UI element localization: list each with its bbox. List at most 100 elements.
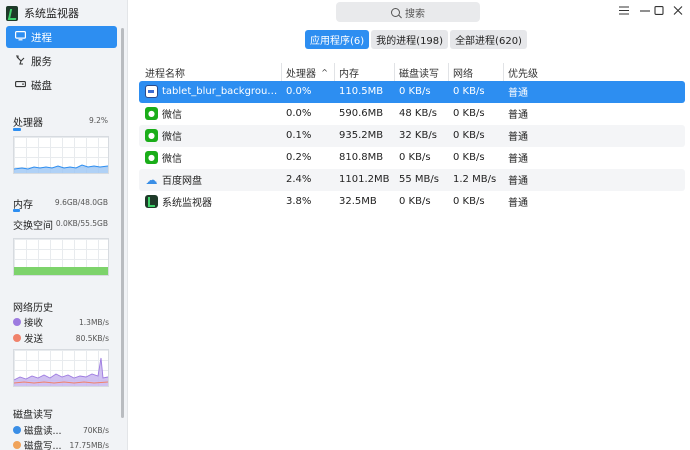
recv-legend-icon (13, 318, 21, 326)
main-panel: 搜索 应用程序(6) 我的进程(198) 全部进程(620) 进程名称 处理器 … (129, 0, 690, 450)
process-priority: 普通 (508, 110, 528, 122)
process-cpu: 0.0% (286, 108, 312, 120)
maximize-button[interactable] (652, 4, 666, 18)
table-header: 进程名称 处理器 ^ 内存 磁盘读写 网络 优先级 (139, 63, 685, 81)
system-monitor-logo-icon (6, 5, 18, 21)
process-memory: 935.2MB (339, 130, 384, 142)
cpu-value: 9.2% (88, 116, 108, 125)
tab-all-processes[interactable]: 全部进程(620) (450, 30, 527, 49)
process-disk: 0 KB/s (399, 86, 431, 98)
maximize-icon (654, 5, 664, 18)
process-memory: 590.6MB (339, 108, 384, 120)
network-recv-row: 接收 1.3MB/s (13, 316, 109, 329)
process-name: 微信 (162, 110, 182, 122)
disk-write-row: 磁盘写... 17.75MB/s (13, 439, 109, 450)
cpu-graph (13, 136, 109, 174)
close-button[interactable] (671, 4, 685, 18)
disk-title: 磁盘读写 (13, 410, 53, 421)
process-network: 0 KB/s (453, 86, 485, 98)
network-graph (13, 349, 109, 387)
process-cpu: 3.8% (286, 196, 312, 208)
disk-write-legend-icon (13, 441, 21, 449)
table-row[interactable]: ● 微信 0.0% 590.6MB 48 KB/s 0 KB/s 普通 (139, 103, 685, 125)
send-label: 发送 (24, 334, 44, 345)
wechat-icon: ● (145, 129, 158, 143)
column-header-network[interactable]: 网络 (449, 63, 504, 81)
process-name: 系统监视器 (162, 198, 212, 210)
hamburger-menu-icon (619, 5, 629, 18)
recv-label: 接收 (24, 318, 44, 329)
process-network: 0 KB/s (453, 196, 485, 208)
nav-item-service[interactable]: 服务 (6, 50, 117, 72)
menu-button[interactable] (617, 4, 631, 18)
disk-write-value: 17.75MB/s (69, 440, 109, 450)
tab-applications[interactable]: 应用程序(6) (305, 30, 370, 49)
sidebar-scrollbar[interactable] (121, 28, 124, 418)
process-disk: 32 KB/s (399, 130, 437, 142)
monitor-icon (14, 30, 26, 44)
disk-read-label: 磁盘读... (24, 426, 62, 437)
memory-value: 9.6GB/48.0GB (54, 198, 108, 207)
process-cpu: 0.0% (286, 86, 312, 98)
recv-value: 1.3MB/s (79, 317, 109, 327)
column-header-name[interactable]: 进程名称 (139, 63, 282, 81)
process-memory: 32.5MB (339, 196, 377, 208)
tablet-icon (145, 85, 158, 99)
search-input[interactable]: 搜索 (336, 2, 480, 22)
process-priority: 普通 (508, 154, 528, 166)
disk-write-label: 磁盘写... (24, 441, 62, 450)
process-memory: 1101.2MB (339, 174, 390, 186)
minimize-button[interactable] (638, 4, 652, 18)
column-header-memory[interactable]: 内存 (335, 63, 395, 81)
process-memory: 110.5MB (339, 86, 384, 98)
process-cpu: 2.4% (286, 174, 312, 186)
process-disk: 0 KB/s (399, 196, 431, 208)
table-row[interactable]: tablet_blur_background — ... 0.0% 110.5M… (139, 81, 685, 103)
process-priority: 普通 (508, 88, 528, 100)
search-placeholder: 搜索 (405, 8, 425, 20)
send-value: 80.5KB/s (75, 333, 109, 343)
process-memory: 810.8MB (339, 152, 384, 164)
table-row[interactable]: ● 微信 0.1% 935.2MB 32 KB/s 0 KB/s 普通 (139, 125, 685, 147)
cpu-usage-bar (13, 128, 21, 131)
process-cpu: 0.1% (286, 130, 312, 142)
process-disk: 0 KB/s (399, 152, 431, 164)
process-name: 百度网盘 (162, 176, 202, 188)
service-icon (14, 54, 26, 68)
swap-title: 交换空间 (13, 221, 53, 232)
nav-item-disk[interactable]: 磁盘 (6, 74, 117, 96)
process-priority: 普通 (508, 132, 528, 144)
process-network: 0 KB/s (453, 152, 485, 164)
disk-read-legend-icon (13, 426, 21, 434)
disk-read-value: 70KB/s (82, 425, 109, 435)
search-icon (391, 7, 400, 17)
column-header-disk[interactable]: 磁盘读写 (395, 63, 449, 81)
process-priority: 普通 (508, 176, 528, 188)
column-header-priority[interactable]: 优先级 (504, 63, 564, 81)
nav-item-label: 磁盘 (31, 79, 52, 92)
column-header-cpu[interactable]: 处理器 ^ (282, 63, 335, 81)
swap-usage-fill (14, 267, 108, 275)
table-row[interactable]: ● 微信 0.2% 810.8MB 0 KB/s 0 KB/s 普通 (139, 147, 685, 169)
minimize-icon (640, 5, 650, 18)
sidebar-nav: 进程 服务 磁盘 (6, 26, 117, 98)
send-legend-icon (13, 334, 21, 342)
tab-my-processes[interactable]: 我的进程(198) (371, 30, 449, 49)
baidu-netdisk-icon: ☁ (145, 172, 158, 187)
network-send-row: 发送 80.5KB/s (13, 332, 109, 345)
process-network: 0 KB/s (453, 130, 485, 142)
nav-item-process[interactable]: 进程 (6, 26, 117, 48)
table-row[interactable]: ☁ 百度网盘 2.4% 1101.2MB 55 MB/s 1.2 MB/s 普通 (139, 169, 685, 191)
sort-ascending-icon: ^ (321, 67, 328, 77)
memory-usage-bar (13, 209, 20, 212)
process-name: 微信 (162, 154, 182, 166)
process-network: 0 KB/s (453, 108, 485, 120)
app-header: 系统监视器 (6, 4, 79, 22)
process-network: 1.2 MB/s (453, 174, 497, 186)
wechat-icon: ● (145, 151, 158, 165)
sidebar: 系统监视器 进程 服务 磁盘 处理器 9.2% 内存 9.6GB/48.0GB … (0, 0, 128, 450)
app-title: 系统监视器 (24, 7, 79, 20)
process-cpu: 0.2% (286, 152, 312, 164)
table-row[interactable]: 系统监视器 3.8% 32.5MB 0 KB/s 0 KB/s 普通 (139, 191, 685, 213)
network-title: 网络历史 (13, 303, 53, 314)
